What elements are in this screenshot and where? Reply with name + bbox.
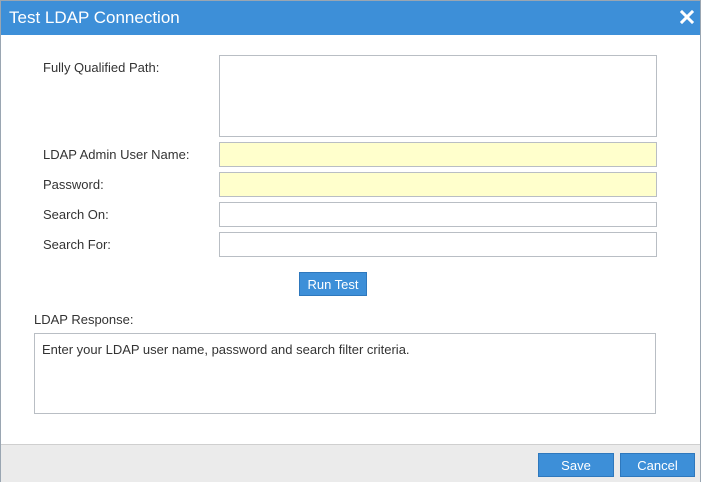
password-input[interactable] [219,172,657,197]
close-icon[interactable] [680,10,694,24]
search-on-input[interactable] [219,202,657,227]
dialog-titlebar: Test LDAP Connection [1,1,700,35]
fully-qualified-path-input[interactable] [219,55,657,137]
test-ldap-dialog: Test LDAP Connection Fully Qualified Pat… [0,0,701,482]
ldap-response-box: Enter your LDAP user name, password and … [34,333,656,414]
search-for-input[interactable] [219,232,657,257]
search-on-label: Search On: [43,207,109,222]
fully-qualified-path-label: Fully Qualified Path: [43,60,160,75]
ldap-response-label: LDAP Response: [34,312,134,327]
run-test-button[interactable]: Run Test [299,272,367,296]
dialog-title: Test LDAP Connection [9,8,180,27]
save-button[interactable]: Save [538,453,614,477]
cancel-button[interactable]: Cancel [620,453,695,477]
password-label: Password: [43,177,104,192]
dialog-footer: Save Cancel [1,444,700,482]
admin-user-name-input[interactable] [219,142,657,167]
admin-user-name-label: LDAP Admin User Name: [43,147,190,162]
search-for-label: Search For: [43,237,111,252]
ldap-response-text: Enter your LDAP user name, password and … [42,342,410,357]
